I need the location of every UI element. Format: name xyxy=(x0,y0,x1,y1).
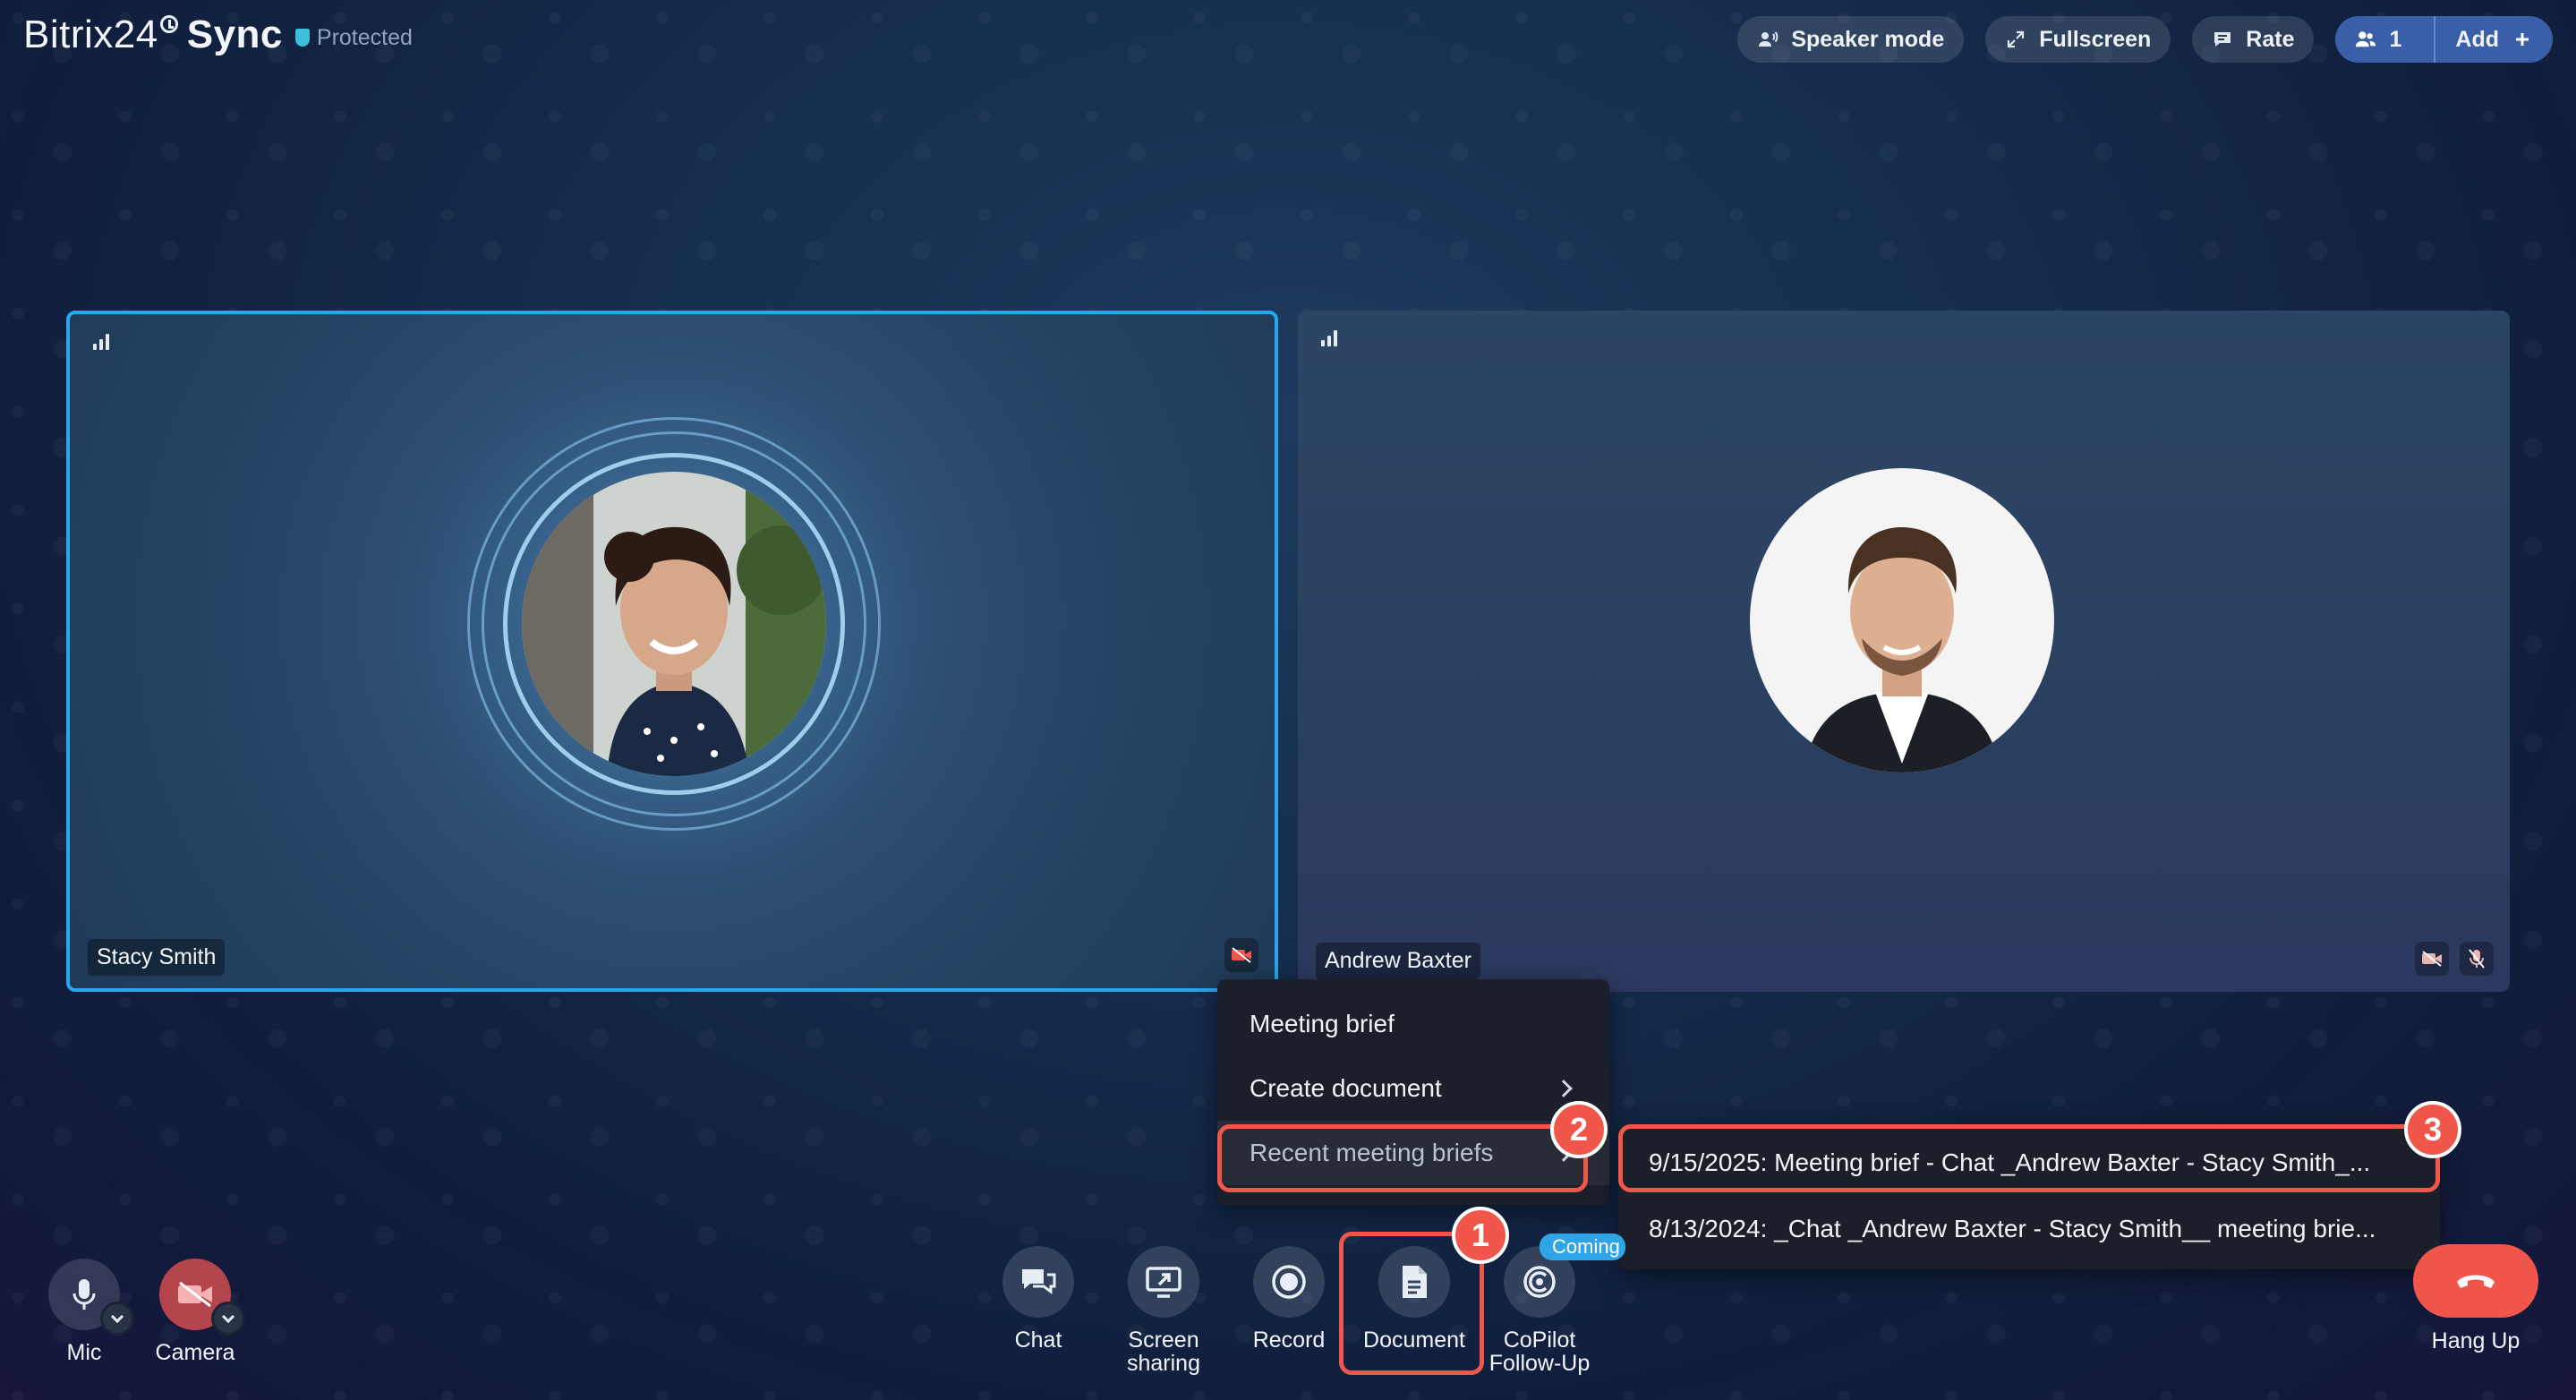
participant-name-stacy: Stacy Smith xyxy=(88,939,226,976)
tile-status-icons xyxy=(2415,942,2494,976)
screen-share-icon-wrap xyxy=(1128,1246,1199,1318)
menu-item-meeting-brief[interactable]: Meeting brief xyxy=(1217,992,1609,1056)
menu-item-label: Recent meeting briefs xyxy=(1250,1139,1494,1166)
chat-button[interactable]: Chat xyxy=(976,1246,1101,1352)
screen-sharing-label-line1: Screen xyxy=(1128,1327,1199,1353)
tile-status-icons xyxy=(1224,938,1258,972)
speaker-icon xyxy=(1757,29,1778,50)
video-tile-andrew[interactable]: Andrew Baxter xyxy=(1298,311,2510,992)
add-label: Add xyxy=(2455,26,2499,52)
chevron-right-icon xyxy=(1555,1080,1573,1097)
feedback-icon xyxy=(2212,29,2233,50)
annotation-badge-3: 3 xyxy=(2404,1101,2461,1158)
screen-sharing-button[interactable]: Screen sharing xyxy=(1101,1246,1226,1375)
protected-indicator: Protected xyxy=(294,24,413,51)
document-menu: Meeting brief Create document Recent mee… xyxy=(1217,979,1609,1205)
rate-label: Rate xyxy=(2246,26,2295,52)
add-participant-button[interactable]: Add xyxy=(2434,16,2553,63)
brand-name-bold: Sync xyxy=(186,13,283,56)
protected-label: Protected xyxy=(316,24,413,50)
fullscreen-label: Fullscreen xyxy=(2039,26,2152,52)
menu-item-label: Create document xyxy=(1250,1074,1442,1102)
coming-soon-badge: Coming xyxy=(1540,1234,1625,1260)
brand-name-regular: Bitrix24 xyxy=(23,13,158,56)
shield-icon xyxy=(294,29,310,47)
chat-icon xyxy=(1022,1269,1056,1294)
header: Bitrix24 Sync Protected Speaker mode Full… xyxy=(0,0,2576,81)
participant-name-andrew: Andrew Baxter xyxy=(1316,943,1480,979)
recent-brief-item[interactable]: 9/15/2025: Meeting brief - Chat _Andrew … xyxy=(1618,1130,2440,1196)
document-button[interactable]: Document xyxy=(1352,1246,1477,1352)
copilot-label-line1: CoPilot xyxy=(1503,1327,1576,1353)
camera-off-icon xyxy=(2415,942,2449,976)
signal-strength-icon xyxy=(93,334,109,350)
hang-up-label: Hang Up xyxy=(2431,1328,2521,1353)
participants-add-group: 1 Add xyxy=(2335,16,2553,63)
avatar-andrew xyxy=(1750,468,2054,773)
hang-up-button[interactable] xyxy=(2413,1244,2538,1318)
copilot-follow-up-button[interactable]: CoPilot Follow-Up xyxy=(1477,1246,1602,1375)
speaker-mode-label: Speaker mode xyxy=(1791,26,1945,52)
copilot-label: CoPilot Follow-Up xyxy=(1489,1328,1591,1375)
camera-label: Camera xyxy=(155,1340,235,1365)
signal-strength-icon xyxy=(1321,330,1337,346)
phone-hangup-icon xyxy=(2457,1275,2495,1288)
rate-button[interactable]: Rate xyxy=(2192,16,2315,63)
chat-label: Chat xyxy=(1014,1327,1062,1353)
camera-options-chevron-down-icon[interactable] xyxy=(211,1302,245,1336)
annotation-badge-1: 1 xyxy=(1452,1207,1509,1264)
users-icon xyxy=(2355,29,2376,50)
copilot-icon xyxy=(1523,1266,1556,1298)
participants-button[interactable]: 1 xyxy=(2335,16,2421,63)
plus-icon xyxy=(2512,29,2533,50)
mic-label: Mic xyxy=(66,1340,102,1365)
screen-share-icon xyxy=(1146,1267,1181,1298)
record-label: Record xyxy=(1252,1327,1326,1353)
recent-briefs-submenu: 9/15/2025: Meeting brief - Chat _Andrew … xyxy=(1618,1124,2440,1269)
video-tile-stacy[interactable]: Stacy Smith xyxy=(66,311,1278,992)
screen-sharing-label-line2: sharing xyxy=(1127,1351,1200,1376)
copilot-label-line2: Follow-Up xyxy=(1488,1351,1591,1376)
speaker-mode-button[interactable]: Speaker mode xyxy=(1737,16,1965,63)
clock-icon xyxy=(159,15,178,33)
participants-count: 1 xyxy=(2389,26,2402,52)
recent-brief-item[interactable]: 8/13/2024: _Chat _Andrew Baxter - Stacy … xyxy=(1618,1196,2440,1262)
record-button[interactable]: Record xyxy=(1226,1246,1352,1352)
record-icon xyxy=(1272,1265,1306,1299)
brand-logo: Bitrix24 Sync xyxy=(23,13,283,57)
document-icon-wrap xyxy=(1378,1246,1450,1318)
record-icon-wrap xyxy=(1253,1246,1325,1318)
brand: Bitrix24 Sync Protected xyxy=(23,13,413,57)
mic-off-icon xyxy=(2460,942,2494,976)
camera-off-icon xyxy=(1224,938,1258,972)
fullscreen-button[interactable]: Fullscreen xyxy=(1985,16,2171,63)
document-label: Document xyxy=(1363,1327,1465,1353)
header-buttons: Speaker mode Fullscreen Rate 1 Add xyxy=(1737,16,2553,63)
avatar-stacy xyxy=(522,472,826,776)
document-icon xyxy=(1403,1266,1427,1298)
chat-icon-wrap xyxy=(1002,1246,1074,1318)
mic-options-chevron-down-icon[interactable] xyxy=(100,1302,134,1336)
menu-item-create-document[interactable]: Create document xyxy=(1217,1056,1609,1121)
screen-sharing-label: Screen sharing xyxy=(1127,1328,1200,1375)
annotation-badge-2: 2 xyxy=(1550,1101,1608,1158)
expand-icon xyxy=(2005,29,2026,50)
menu-item-label: Meeting brief xyxy=(1250,1010,1395,1037)
